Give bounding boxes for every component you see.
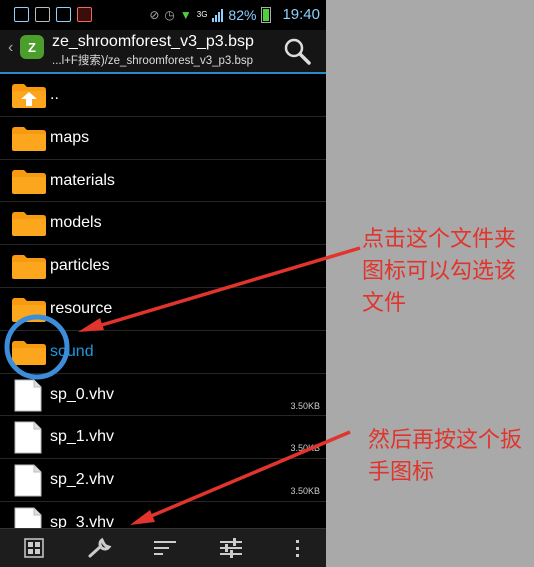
item-name: sp_1.vhv — [50, 428, 115, 446]
folder-icon[interactable] — [12, 169, 46, 194]
archive-path: ...l+F搜索)/ze_shroomforest_v3_p3.bsp — [52, 55, 254, 67]
item-name: .. — [50, 86, 59, 103]
file-icon[interactable] — [14, 379, 42, 412]
folder-icon[interactable] — [12, 340, 46, 365]
folder-row[interactable]: particles — [0, 245, 326, 288]
grid-icon[interactable] — [21, 537, 47, 559]
folder-icon[interactable] — [12, 297, 46, 322]
item-name: models — [50, 214, 102, 232]
search-icon[interactable] — [282, 36, 312, 66]
title-bar: ‹ Z ze_shroomforest_v3_p3.bsp ...l+F搜索)/… — [0, 30, 326, 74]
back-chevron-icon[interactable]: ‹ — [8, 39, 13, 57]
file-list: .. maps materials models particles resou… — [0, 74, 326, 545]
settings-sliders-icon[interactable] — [218, 537, 244, 559]
more-vert-icon[interactable] — [284, 537, 310, 559]
up-folder-icon[interactable] — [12, 84, 46, 108]
folder-icon[interactable] — [12, 255, 46, 280]
item-name: resource — [50, 299, 113, 317]
status-right: ⊘ ◷ ▼ 3G 82% 19:40 — [149, 6, 320, 23]
sort-icon[interactable] — [152, 537, 178, 559]
file-row[interactable]: sp_2.vhv 3.50KB — [0, 459, 326, 502]
folder-row[interactable]: models — [0, 202, 326, 246]
file-size: 3.50KB — [290, 443, 320, 454]
folder-icon[interactable] — [12, 212, 46, 237]
app-logo[interactable]: Z — [20, 35, 44, 59]
image-icon — [35, 7, 50, 22]
battery-percent: 82% — [228, 6, 257, 23]
file-row[interactable]: sp_0.vhv 3.50KB — [0, 374, 326, 417]
alarm-icon: ◷ — [164, 7, 175, 22]
file-icon[interactable] — [14, 421, 42, 454]
folder-row[interactable]: maps — [0, 117, 326, 160]
item-name: sp_2.vhv — [50, 471, 115, 489]
archive-title: ze_shroomforest_v3_p3.bsp — [52, 33, 254, 50]
phone-screen: ⊘ ◷ ▼ 3G 82% 19:40 ‹ Z ze_shroomforest_v… — [0, 0, 326, 567]
item-name: sp_0.vhv — [50, 385, 115, 403]
status-bar: ⊘ ◷ ▼ 3G 82% 19:40 — [0, 0, 326, 30]
folder-row[interactable]: materials — [0, 160, 326, 203]
alert-icon — [77, 7, 92, 22]
mute-icon: ⊘ — [149, 7, 160, 22]
folder-icon[interactable] — [12, 126, 46, 151]
annotation-text-1: 点击这个文件夹图标可以勾选该文件 — [362, 226, 517, 315]
folder-row[interactable]: resource — [0, 288, 326, 331]
notification-icons — [14, 7, 92, 22]
file-icon[interactable] — [14, 464, 42, 497]
item-name: particles — [50, 257, 110, 275]
wifi-icon: ▼ — [179, 7, 192, 22]
file-size: 3.50KB — [290, 486, 320, 497]
annotation-text-2: 然后再按这个扳手图标 — [368, 427, 523, 484]
item-name: maps — [50, 128, 90, 146]
bottom-toolbar — [0, 528, 326, 567]
file-size: 3.50KB — [290, 400, 320, 411]
app-icon — [56, 7, 71, 22]
lock-icon — [14, 7, 29, 22]
battery-icon — [261, 6, 272, 23]
item-name: sound — [50, 342, 94, 360]
network-type: 3G — [196, 10, 208, 19]
file-row[interactable]: sp_1.vhv 3.50KB — [0, 416, 326, 460]
folder-row[interactable]: sound — [0, 331, 326, 374]
folder-row[interactable]: .. — [0, 74, 326, 117]
item-name: materials — [50, 171, 115, 189]
logo-text: Z — [28, 39, 36, 55]
signal-icon — [212, 7, 224, 22]
wrench-icon[interactable] — [87, 537, 113, 559]
clock: 19:40 — [282, 6, 320, 23]
